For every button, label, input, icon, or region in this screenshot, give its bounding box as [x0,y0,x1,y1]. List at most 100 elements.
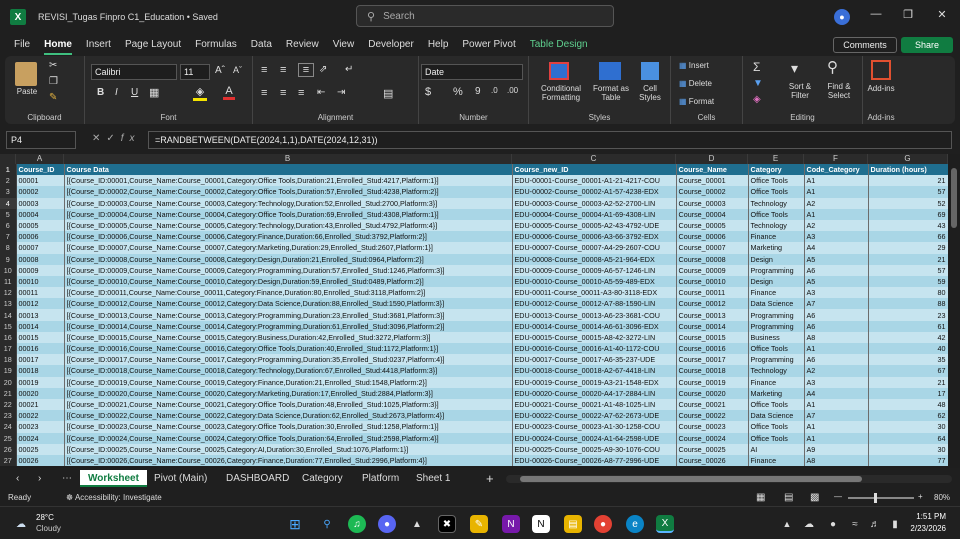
duration-cell[interactable]: 30 [868,421,949,433]
code-category-cell[interactable]: A3 [804,231,869,243]
row-number[interactable]: 23 [0,410,17,422]
course-name-cell[interactable]: Course_00012 [676,298,749,310]
weather-icon[interactable]: ☁ [12,515,30,533]
align-top-icon[interactable]: ≡ [261,64,267,76]
duration-cell[interactable]: 59 [868,275,949,288]
duration-cell[interactable]: 57 [868,186,949,198]
course-new-id-cell[interactable]: EDU-00010-Course_00010-A5-59-489-EDX [512,275,677,288]
font-color-icon[interactable]: A [223,85,235,100]
code-category-cell[interactable]: A4 [804,242,869,254]
clock-date[interactable]: 2/23/2026 [902,524,946,533]
fill-color-icon[interactable]: ◈ [193,85,207,101]
course-data-cell[interactable]: [{Course_ID:00025,Course_Name:Course_000… [64,443,513,455]
zoom-level[interactable]: 80% [934,493,950,502]
row-number[interactable]: 2 [0,175,17,187]
course-new-id-cell[interactable]: EDU-00023-Course_00023-A1-30-1258-COU [512,421,677,433]
restore-icon[interactable]: ❐ [898,8,918,26]
tab-home[interactable]: Home [44,34,72,56]
duration-cell[interactable]: 21 [868,253,949,265]
user-avatar[interactable]: ● [834,9,850,25]
course-new-id-cell[interactable]: EDU-00007-Course_00007-A4-29-2607-COU [512,242,677,254]
tab-review[interactable]: Review [286,34,319,56]
course-name-cell[interactable]: Course_00013 [676,309,749,321]
zoom-out-icon[interactable]: — [834,492,842,501]
cut-icon[interactable]: ✂ [49,60,57,71]
course-id-cell[interactable]: 00021 [16,398,65,411]
course-new-id-cell[interactable]: EDU-00003-Course_00003-A2-52-2700-LIN [512,197,677,209]
copy-icon[interactable]: ❐ [49,76,58,87]
code-category-cell[interactable]: A8 [804,454,869,467]
tab-table-design[interactable]: Table Design [530,34,588,56]
course-name-cell[interactable]: Course_00009 [676,264,749,276]
tab-data[interactable]: Data [251,34,272,56]
course-data-cell[interactable]: [{Course_ID:00015,Course_Name:Course_000… [64,331,513,343]
course-data-cell[interactable]: [{Course_ID:00019,Course_Name:Course_000… [64,376,513,388]
row-number[interactable]: 1 [0,164,17,176]
course-id-cell[interactable]: 00018 [16,365,65,377]
category-cell[interactable]: Technology [748,365,805,377]
code-category-cell[interactable]: A1 [804,208,869,220]
row-number[interactable]: 21 [0,387,17,399]
increase-decimal-icon[interactable]: .0 [491,86,498,95]
row-number[interactable]: 24 [0,421,17,433]
course-data-cell[interactable]: [{Course_ID:00006,Course_Name:Course_000… [64,231,513,243]
course-new-id-cell[interactable]: EDU-00008-Course_00008-A5-21-964-EDX [512,253,677,265]
course-id-cell[interactable]: 00025 [16,443,65,455]
course-id-cell[interactable]: 00002 [16,186,65,198]
course-new-id-cell[interactable]: EDU-00018-Course_00018-A2-67-4418-LIN [512,365,677,377]
close-icon[interactable]: ✕ [932,8,952,26]
autosum-icon[interactable]: Σ [753,60,760,74]
insert-cells-button[interactable]: ▦ Insert [679,61,709,70]
code-category-cell[interactable]: A1 [804,175,869,187]
row-number[interactable]: 20 [0,376,17,388]
course-new-id-cell[interactable]: EDU-00009-Course_00009-A6-57-1246-LIN [512,264,677,276]
tab-file[interactable]: File [14,34,30,56]
category-cell[interactable]: Programming [748,309,805,321]
zoom-slider[interactable] [848,497,914,499]
course-name-cell[interactable]: Course_00016 [676,343,749,355]
clear-icon[interactable]: ◈ [753,94,761,105]
page-break-view-icon[interactable]: ▩ [810,492,819,503]
currency-icon[interactable]: $ [425,86,431,98]
course-data-cell[interactable]: [{Course_ID:00021,Course_Name:Course_000… [64,398,513,411]
course-new-id-cell[interactable]: EDU-00016-Course_00016-A1-40-1172-COU [512,343,677,355]
fx-icon[interactable]: fx [121,133,141,144]
category-cell[interactable]: Finance [748,376,805,388]
column-header-g[interactable]: G [868,154,948,164]
horizontal-scrollbar[interactable] [506,475,952,483]
row-number[interactable]: 27 [0,454,17,467]
course-new-id-cell[interactable]: EDU-00021-Course_00021-A1-48-1025-LIN [512,398,677,411]
course-data-cell[interactable]: [{Course_ID:00001,Course_Name:Course_000… [64,175,513,187]
percent-icon[interactable]: % [453,86,463,98]
vertical-scrollbar[interactable] [948,154,960,468]
code-category-cell[interactable]: A6 [804,264,869,276]
clock-time[interactable]: 1:51 PM [910,512,946,521]
column-header-d[interactable]: D [676,154,748,164]
addins-icon[interactable] [871,60,891,80]
conditional-formatting-icon[interactable] [549,62,569,80]
course-id-cell[interactable]: 00014 [16,320,65,332]
course-name-cell[interactable]: Course_00010 [676,275,749,288]
align-middle-icon[interactable]: ≡ [280,64,286,76]
fill-icon[interactable]: ▼ [753,78,763,89]
course-id-cell[interactable]: 00010 [16,275,65,288]
column-header-e[interactable]: E [748,154,804,164]
code-category-cell[interactable]: A1 [804,186,869,198]
column-header-cell[interactable]: Course Data [64,164,513,176]
sticky-notes-icon[interactable]: ✎ [470,515,488,533]
course-new-id-cell[interactable]: EDU-00013-Course_00013-A6-23-3681-COU [512,309,677,321]
course-new-id-cell[interactable]: EDU-00026-Course_00026-A8-77-2996-UDE [512,454,677,467]
comments-button[interactable]: Comments [833,37,897,53]
course-name-cell[interactable]: Course_00023 [676,421,749,433]
row-number[interactable]: 14 [0,309,17,321]
course-id-cell[interactable]: 00007 [16,242,65,254]
decrease-font-icon[interactable]: Aˇ [233,65,242,75]
course-new-id-cell[interactable]: EDU-00005-Course_00005-A2-43-4792-UDE [512,219,677,232]
row-number[interactable]: 16 [0,331,17,343]
category-cell[interactable]: Business [748,331,805,343]
course-data-cell[interactable]: [{Course_ID:00022,Course_Name:Course_000… [64,410,513,422]
course-data-cell[interactable]: [{Course_ID:00016,Course_Name:Course_000… [64,343,513,355]
course-new-id-cell[interactable]: EDU-00012-Course_00012-A7-88-1590-LIN [512,298,677,310]
duration-cell[interactable]: 66 [868,231,949,243]
course-id-cell[interactable]: 00024 [16,432,65,444]
